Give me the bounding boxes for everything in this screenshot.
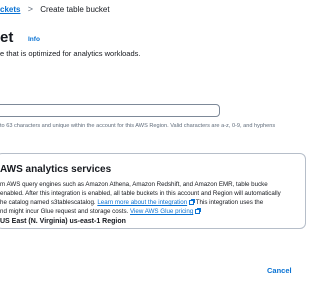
page-subtitle: e that is optimized for analytics worklo… (0, 49, 141, 58)
breadcrumb-current: Create table bucket (40, 5, 110, 14)
integration-line-2: enabled. After this integration is enabl… (0, 190, 281, 197)
page-title: et (0, 29, 14, 46)
integration-line-4: nd might incur Glue request and storage … (0, 207, 300, 216)
integration-line-4-prefix: nd might incur Glue request and storage … (0, 208, 131, 215)
breadcrumb-link-buckets[interactable]: ckets (0, 5, 20, 14)
info-link[interactable]: Info (28, 36, 40, 43)
learn-more-link[interactable]: Learn more about the integration (97, 199, 187, 206)
external-link-icon (195, 207, 202, 214)
integration-title: AWS analytics services (0, 164, 112, 175)
table-bucket-name-input[interactable] (0, 104, 220, 117)
region-label: US East (N. Virginia) us-east-1 Region (0, 218, 126, 225)
breadcrumb-chevron-icon: > (27, 4, 33, 14)
breadcrumb: ckets > Create table bucket (0, 4, 110, 14)
name-constraint-text: to 63 characters and unique within the a… (0, 123, 276, 129)
integration-line-3: he catalog named s3tablescatalog. Learn … (0, 198, 300, 207)
integration-line-1: m AWS query engines such as Amazon Athen… (0, 181, 268, 188)
external-link-icon (189, 198, 196, 205)
glue-pricing-link[interactable]: View AWS Glue pricing (130, 208, 193, 215)
integration-line-3-suffix: This integration uses the (194, 199, 264, 206)
integration-description: m AWS query engines such as Amazon Athen… (0, 180, 300, 216)
cancel-button[interactable]: Cancel (267, 266, 292, 275)
integration-line-3-prefix: he catalog named s3tablescatalog. (0, 199, 98, 206)
